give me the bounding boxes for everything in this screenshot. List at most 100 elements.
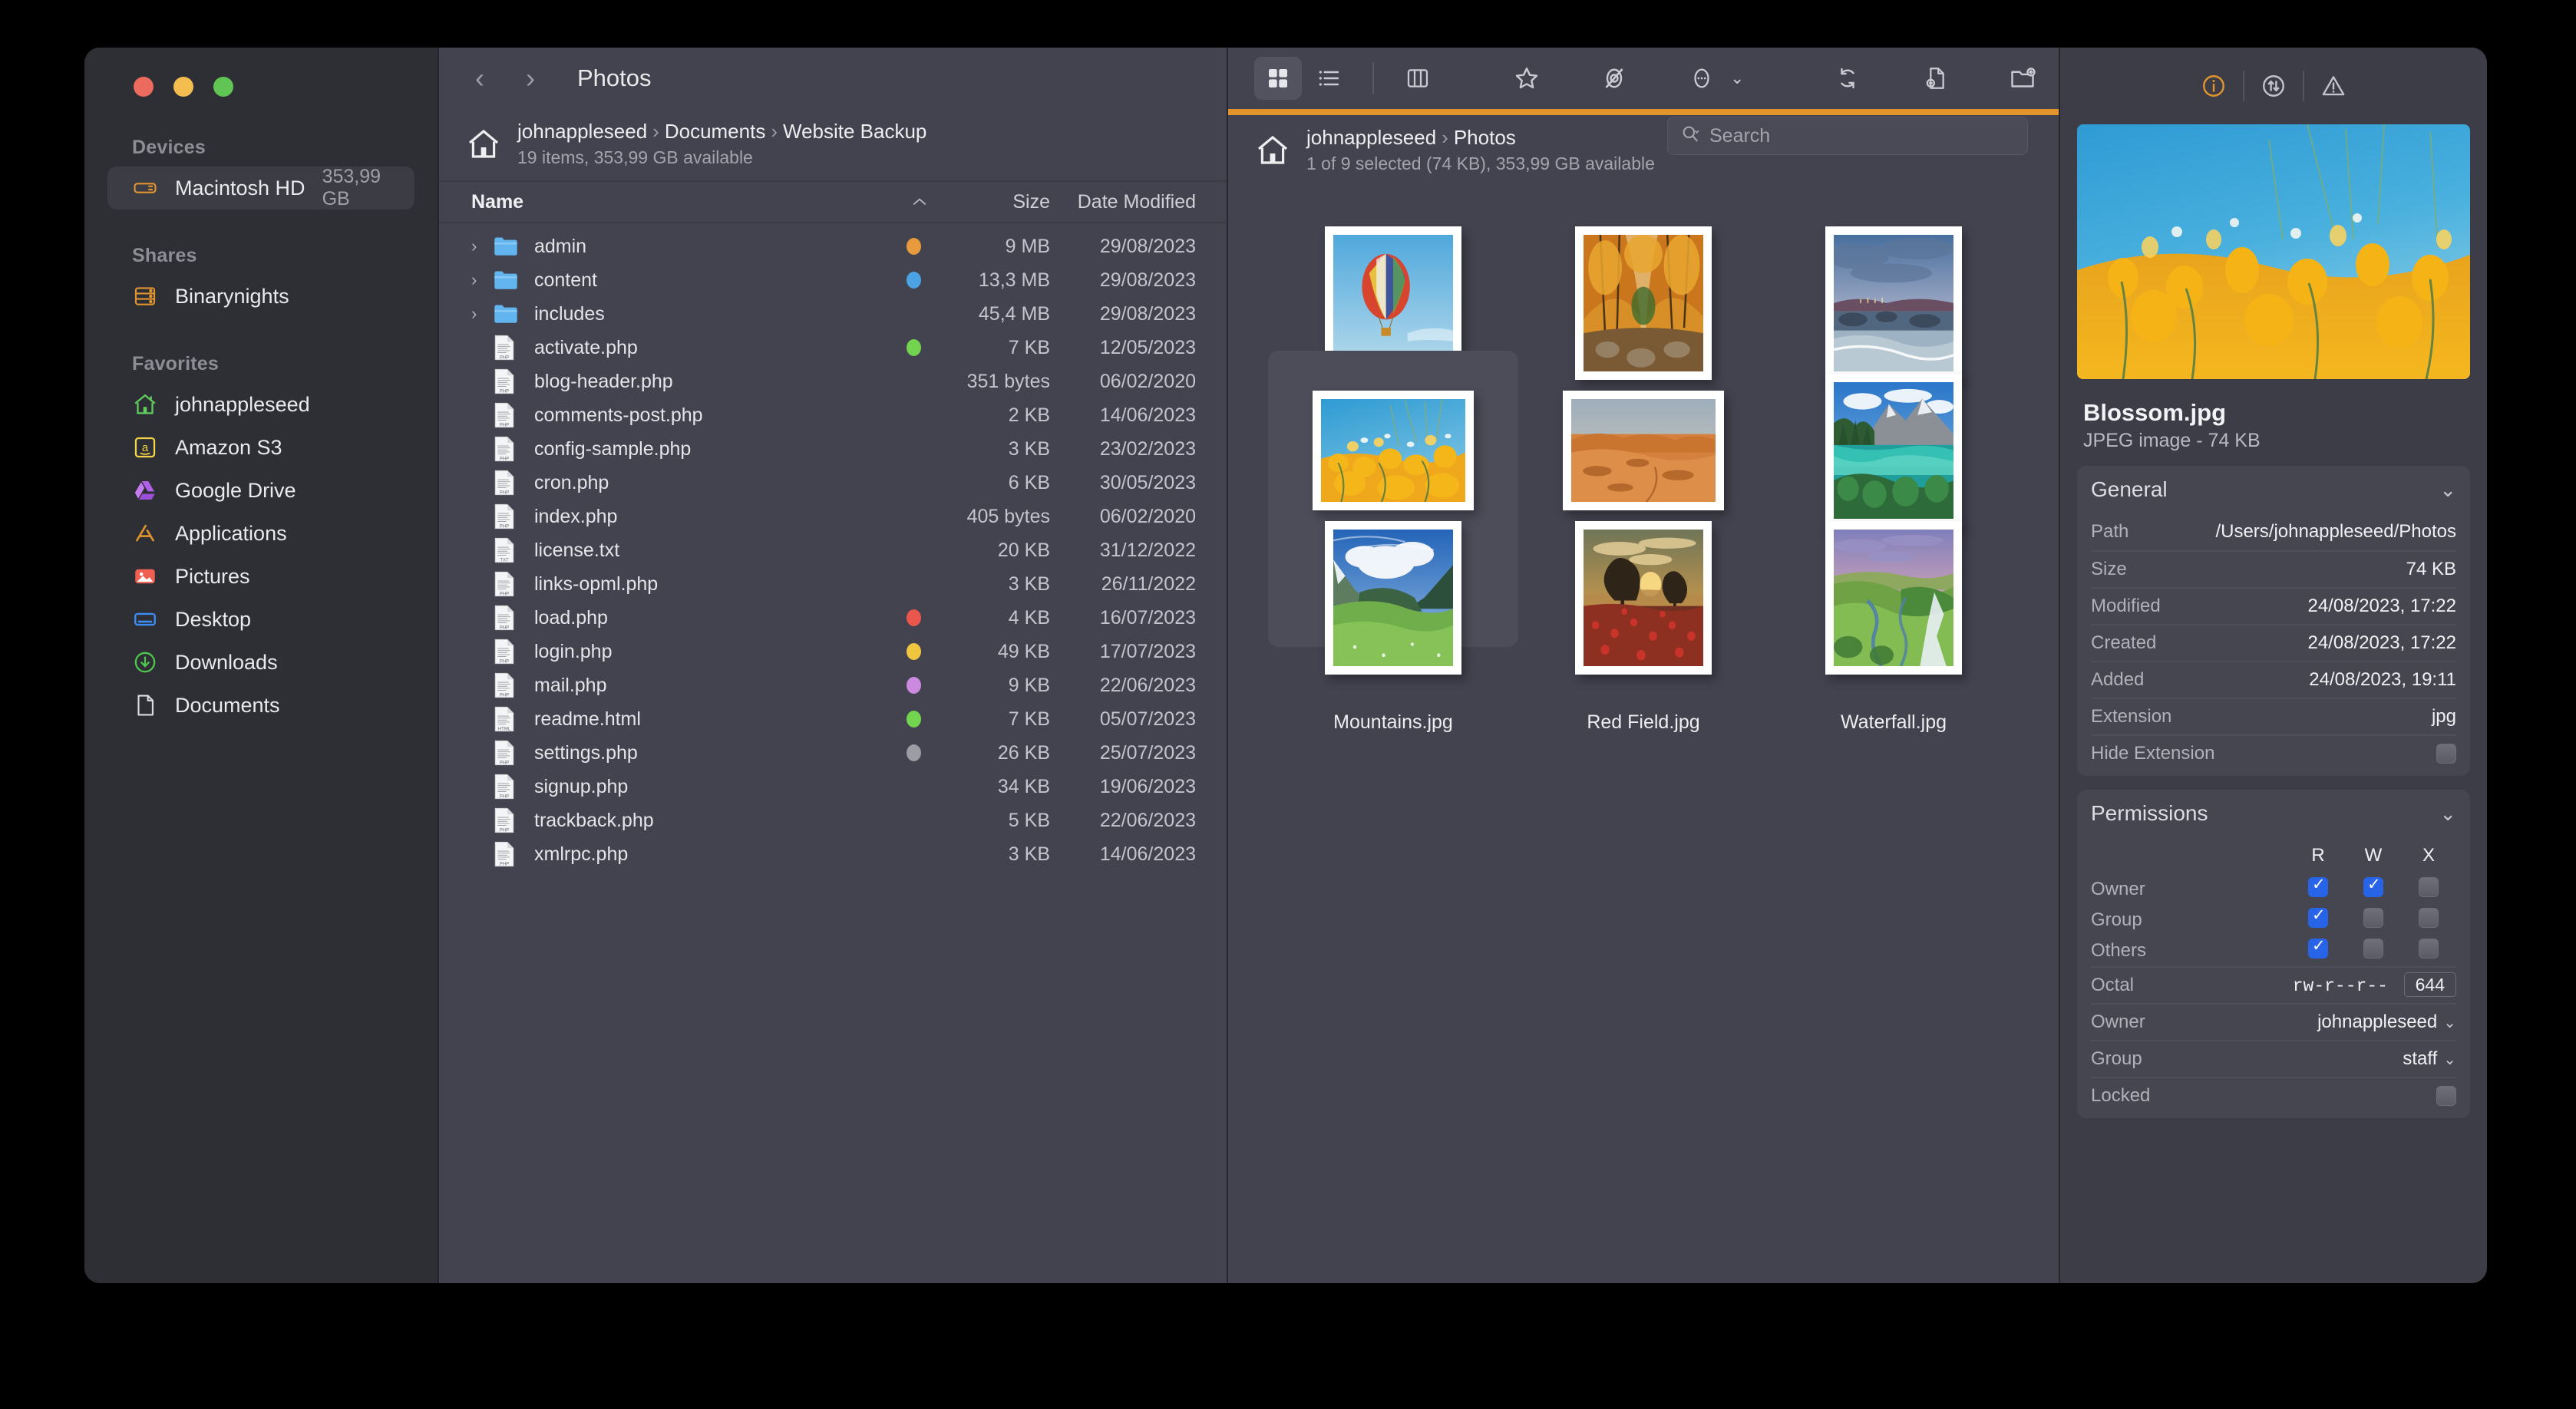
- table-row[interactable]: PHP trackback.php 5 KB 22/06/2023: [439, 803, 1227, 837]
- general-card-header[interactable]: General ⌄: [2091, 466, 2456, 513]
- google-drive-icon: [132, 477, 158, 503]
- sidebar-item-macintosh-hd[interactable]: Macintosh HD 353,99 GB: [107, 166, 414, 210]
- permission-x-checkbox[interactable]: [2419, 938, 2439, 959]
- chevron-down-icon[interactable]: ⌄: [2439, 802, 2456, 826]
- permission-w-checkbox[interactable]: [2363, 907, 2383, 928]
- new-file-button[interactable]: [1911, 57, 1959, 100]
- locked-checkbox[interactable]: [2436, 1086, 2456, 1106]
- sidebar-item-google-drive[interactable]: Google Drive: [107, 469, 414, 512]
- info-tab[interactable]: [2185, 64, 2243, 107]
- table-row[interactable]: › includes 45,4 MB 29/08/2023: [439, 297, 1227, 331]
- table-row[interactable]: PHP load.php 4 KB 16/07/2023: [439, 601, 1227, 635]
- sidebar-item-documents[interactable]: Documents: [107, 684, 414, 727]
- chevron-down-icon[interactable]: ⌄: [1730, 68, 1744, 88]
- thumbnail-waterfall-icon: [1834, 530, 1953, 666]
- new-folder-button[interactable]: [1999, 57, 2046, 100]
- minimize-button[interactable]: [173, 77, 193, 97]
- favorite-button[interactable]: [1503, 57, 1551, 100]
- back-button[interactable]: ‹: [467, 64, 493, 92]
- sidebar-item-downloads[interactable]: Downloads: [107, 641, 414, 684]
- table-row[interactable]: PHP cron.php 6 KB 30/05/2023: [439, 466, 1227, 500]
- file-icon: PHP: [493, 740, 523, 766]
- table-row[interactable]: PHP comments-post.php 2 KB 14/06/2023: [439, 398, 1227, 432]
- table-row[interactable]: PHP index.php 405 bytes 06/02/2020: [439, 500, 1227, 533]
- general-row-key: Extension: [2091, 706, 2172, 727]
- table-row[interactable]: PHP settings.php 26 KB 25/07/2023: [439, 736, 1227, 770]
- breadcrumb[interactable]: johnappleseed › Photos: [1306, 126, 1655, 150]
- column-name[interactable]: Name: [471, 191, 904, 213]
- alerts-tab[interactable]: [2304, 64, 2363, 107]
- grid-item[interactable]: Mountains.jpg: [1268, 498, 1518, 794]
- sidebar-item-label: Google Drive: [175, 478, 296, 502]
- permission-r-checkbox[interactable]: [2308, 906, 2328, 928]
- permission-r-checkbox[interactable]: [2308, 936, 2328, 959]
- sidebar-item-desktop[interactable]: Desktop: [107, 598, 414, 641]
- icon-view-button[interactable]: [1254, 57, 1302, 100]
- breadcrumb-item[interactable]: johnappleseed: [517, 120, 647, 143]
- file-icon: PHP: [493, 368, 523, 394]
- grid-item[interactable]: Waterfall.jpg: [1769, 498, 2019, 794]
- permission-w-checkbox[interactable]: [2363, 938, 2383, 959]
- column-view-button[interactable]: [1394, 57, 1442, 100]
- breadcrumb-item[interactable]: Website Backup: [783, 120, 926, 143]
- disclosure-triangle-icon[interactable]: ›: [471, 236, 493, 256]
- breadcrumb-item[interactable]: Documents: [665, 120, 766, 143]
- file-name: signup.php: [534, 775, 629, 797]
- hidden-files-button[interactable]: [1590, 57, 1638, 100]
- table-row[interactable]: PHP signup.php 34 KB 19/06/2023: [439, 770, 1227, 803]
- octal-value-input[interactable]: 644: [2403, 972, 2456, 997]
- disclosure-triangle-icon[interactable]: ›: [471, 304, 493, 324]
- table-row[interactable]: PHP login.php 49 KB 17/07/2023: [439, 635, 1227, 668]
- grid-item[interactable]: Red Field.jpg: [1518, 498, 1769, 794]
- list-view-button[interactable]: [1305, 57, 1352, 100]
- file-date: 29/08/2023: [1099, 269, 1196, 291]
- hide-extension-checkbox[interactable]: [2436, 744, 2456, 764]
- permissions-card-header[interactable]: Permissions ⌄: [2091, 790, 2456, 837]
- column-size[interactable]: Size: [935, 191, 1050, 213]
- table-row[interactable]: PHP blog-header.php 351 bytes 06/02/2020: [439, 365, 1227, 398]
- table-row[interactable]: HTML readme.html 7 KB 05/07/2023: [439, 702, 1227, 736]
- table-row[interactable]: PHP links-opml.php 3 KB 26/11/2022: [439, 567, 1227, 601]
- permission-w-checkbox[interactable]: [2363, 875, 2383, 897]
- disclosure-triangle-icon[interactable]: ›: [471, 270, 493, 290]
- file-size: 34 KB: [997, 775, 1050, 797]
- breadcrumb[interactable]: johnappleseed › Documents › Website Backup: [517, 120, 926, 144]
- file-size: 7 KB: [1008, 336, 1050, 358]
- table-row[interactable]: TXT license.txt 20 KB 31/12/2022: [439, 533, 1227, 567]
- table-row[interactable]: PHP mail.php 9 KB 22/06/2023: [439, 668, 1227, 702]
- sidebar-item-pictures[interactable]: Pictures: [107, 555, 414, 598]
- owner-select[interactable]: johnappleseed ⌄: [2317, 1011, 2456, 1033]
- sidebar: Devices Macintosh HD 353,99 GB Shares Binary…: [84, 48, 438, 1283]
- sidebar-item-amazon-s3[interactable]: a Amazon S3: [107, 426, 414, 469]
- sidebar-item-binarynights[interactable]: Binarynights: [107, 275, 414, 318]
- table-row[interactable]: PHP xmlrpc.php 3 KB 14/06/2023: [439, 837, 1227, 871]
- forward-button[interactable]: ›: [517, 64, 543, 92]
- permission-r-checkbox[interactable]: [2308, 875, 2328, 897]
- sidebar-section-devices: Devices Macintosh HD 353,99 GB: [84, 137, 438, 210]
- sidebar-item-johnappleseed[interactable]: johnappleseed: [107, 383, 414, 426]
- file-date: 14/06/2023: [1099, 404, 1196, 426]
- group-select[interactable]: staff ⌄: [2403, 1048, 2456, 1070]
- table-row[interactable]: › content 13,3 MB 29/08/2023: [439, 263, 1227, 297]
- octal-row: Octal rw-r--r-- 644: [2091, 966, 2456, 1003]
- more-actions-button[interactable]: [1678, 57, 1726, 100]
- zoom-button[interactable]: [213, 77, 233, 97]
- chevron-down-icon[interactable]: ⌄: [2439, 478, 2456, 502]
- file-icon: PHP: [493, 807, 523, 833]
- table-row[interactable]: PHP activate.php 7 KB 12/05/2023: [439, 331, 1227, 365]
- grid-status: 1 of 9 selected (74 KB), 353,99 GB avail…: [1306, 153, 1655, 173]
- column-date-modified[interactable]: Date Modified: [1050, 191, 1227, 213]
- table-row[interactable]: PHP config-sample.php 3 KB 23/02/2023: [439, 432, 1227, 466]
- transfers-tab[interactable]: [2244, 64, 2303, 107]
- sidebar-item-applications[interactable]: Applications: [107, 512, 414, 555]
- breadcrumb-item[interactable]: Photos: [1454, 126, 1516, 149]
- thumbnail-container: [1518, 506, 1769, 690]
- general-row: Path/Users/johnappleseed/Photos: [2091, 513, 2456, 550]
- search-input[interactable]: Search: [1667, 117, 2028, 155]
- table-row[interactable]: › admin 9 MB 29/08/2023: [439, 229, 1227, 263]
- permission-x-checkbox[interactable]: [2419, 876, 2439, 897]
- sync-button[interactable]: [1824, 57, 1871, 100]
- close-button[interactable]: [134, 77, 154, 97]
- permission-x-checkbox[interactable]: [2419, 907, 2439, 928]
- breadcrumb-item[interactable]: johnappleseed: [1306, 126, 1436, 149]
